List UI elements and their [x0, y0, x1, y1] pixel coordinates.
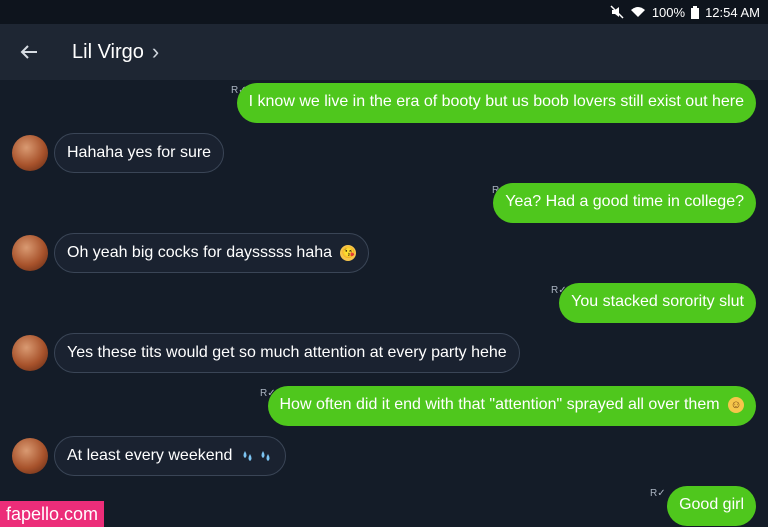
avatar[interactable] — [12, 438, 48, 474]
message-outgoing: R✓ How often did it end with that "atten… — [0, 386, 768, 430]
avatar[interactable] — [12, 135, 48, 171]
message-bubble[interactable]: You stacked sorority slut — [559, 283, 756, 323]
message-incoming: Hahaha yes for sure — [0, 133, 768, 177]
avatar[interactable] — [12, 235, 48, 271]
clock: 12:54 AM — [705, 4, 760, 20]
contact-name: Lil Virgo — [72, 40, 144, 63]
message-bubble[interactable]: Yes these tits would get so much attenti… — [54, 333, 520, 373]
message-text: Hahaha yes for sure — [67, 144, 212, 161]
message-bubble[interactable]: At least every weekend — [54, 436, 287, 476]
message-text: I know we live in the era of booty but u… — [248, 93, 744, 110]
message-bubble[interactable]: Hahaha yes for sure — [54, 133, 225, 173]
message-bubble[interactable]: Oh yeah big cocks for daysssss haha 😘 — [54, 233, 370, 273]
avatar[interactable] — [12, 335, 48, 371]
sweat-droplets-icon — [241, 447, 273, 464]
message-bubble[interactable]: I know we live in the era of booty but u… — [236, 83, 756, 123]
message-text: At least every weekend — [67, 447, 233, 464]
message-list[interactable]: R✓ I know we live in the era of booty bu… — [0, 80, 768, 527]
mute-icon — [610, 5, 624, 19]
message-incoming: At least every weekend — [0, 436, 768, 480]
smile-emoji-icon: ☺ — [728, 396, 744, 413]
message-text: You stacked sorority slut — [571, 293, 744, 310]
battery-icon — [691, 5, 700, 19]
message-bubble[interactable]: Yea? Had a good time in college? — [493, 183, 756, 223]
message-outgoing: R✓ Good girl — [0, 486, 768, 527]
message-text: Yea? Had a good time in college? — [505, 193, 744, 210]
conversation-header: Lil Virgo › — [0, 24, 768, 80]
message-text: Yes these tits would get so much attenti… — [67, 344, 507, 361]
message-outgoing: R✓ You stacked sorority slut — [0, 283, 768, 327]
battery-percent: 100% — [651, 4, 686, 20]
contact-title[interactable]: Lil Virgo › — [72, 39, 159, 65]
back-arrow-icon[interactable] — [18, 41, 40, 63]
message-text: Oh yeah big cocks for daysssss haha — [67, 244, 333, 261]
message-incoming: Yes these tits would get so much attenti… — [0, 333, 768, 377]
wifi-icon — [630, 6, 646, 18]
kiss-emoji-icon: 😘 — [340, 244, 357, 261]
read-receipt-icon: R✓ — [650, 488, 666, 499]
message-outgoing: R✓ I know we live in the era of booty bu… — [0, 83, 768, 127]
message-incoming: Oh yeah big cocks for daysssss haha 😘 — [0, 233, 768, 277]
watermark: fapello.com — [0, 501, 105, 527]
message-outgoing: R✓ Yea? Had a good time in college? — [0, 183, 768, 227]
message-bubble[interactable]: How often did it end with that "attentio… — [267, 386, 756, 426]
message-text: How often did it end with that "attentio… — [279, 396, 720, 413]
status-bar: 100% 12:54 AM — [0, 0, 768, 24]
message-bubble[interactable]: Good girl — [667, 486, 756, 526]
chevron-right-icon: › — [151, 39, 160, 64]
message-text: Good girl — [679, 496, 744, 513]
